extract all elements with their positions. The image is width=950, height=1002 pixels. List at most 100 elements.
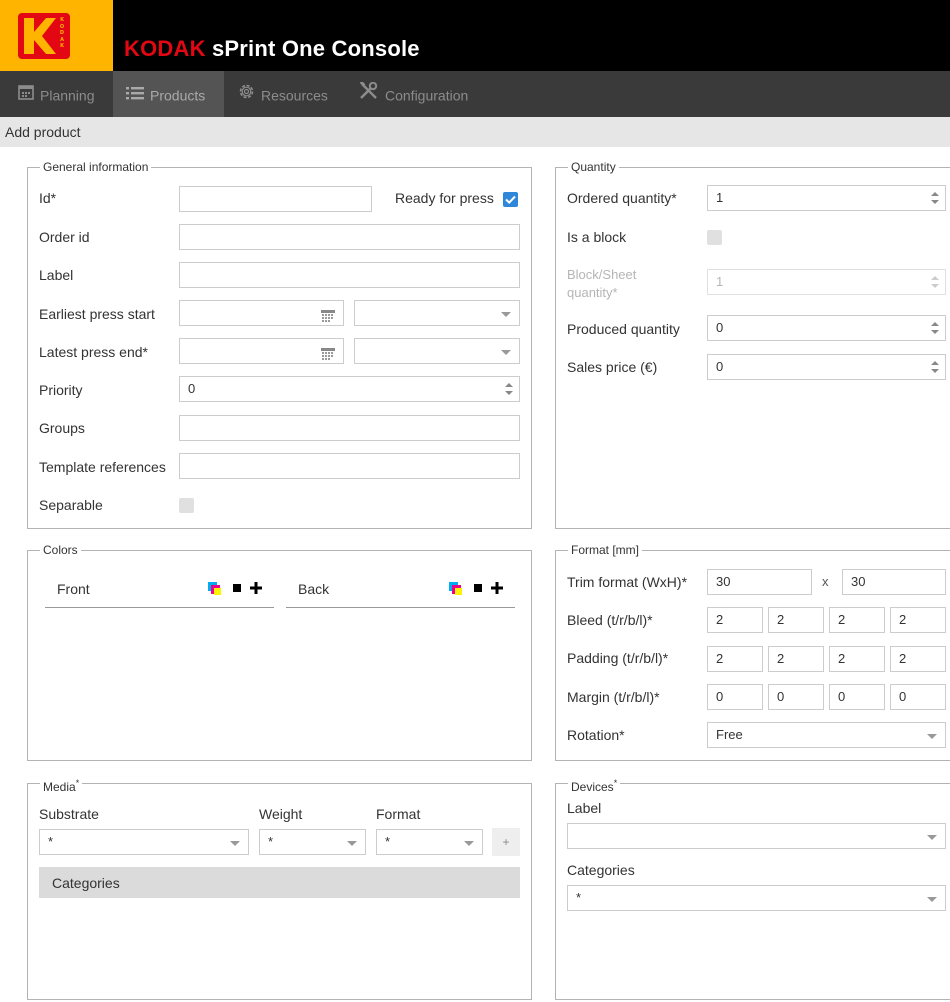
is-a-block-label: Is a block	[567, 229, 627, 245]
plus-icon	[250, 582, 262, 594]
main-nav: Planning Products Resources Configuratio…	[0, 71, 950, 117]
produced-quantity-label: Produced quantity	[567, 321, 680, 337]
calendar-icon	[18, 72, 34, 118]
label-input[interactable]	[179, 262, 520, 288]
tab-products[interactable]: Products	[113, 71, 224, 117]
ordered-quantity-value: 1	[716, 190, 724, 205]
earliest-press-start-time[interactable]	[354, 300, 520, 326]
padding-right-input[interactable]: 2	[768, 646, 824, 672]
priority-input[interactable]: 0	[179, 376, 520, 402]
id-input[interactable]	[179, 186, 372, 212]
order-id-input[interactable]	[179, 224, 520, 250]
trim-width-input[interactable]: 30	[707, 569, 812, 595]
weight-select[interactable]: *	[259, 829, 366, 855]
chevron-down-icon	[927, 897, 937, 902]
margin-left-input[interactable]: 0	[890, 684, 946, 710]
format-select[interactable]: *	[376, 829, 483, 855]
substrate-value: *	[48, 834, 54, 849]
bleed-left-input[interactable]: 2	[890, 607, 946, 633]
back-colorset: Back	[286, 568, 515, 608]
add-media-button[interactable]: +	[492, 828, 520, 856]
tab-planning-label: Planning	[40, 87, 95, 104]
device-label-select[interactable]	[567, 823, 946, 849]
rotation-select[interactable]: Free	[707, 722, 946, 748]
tools-icon	[359, 72, 379, 118]
margin-label: Margin (t/r/b/l)*	[567, 689, 660, 705]
devices-legend-text: Devices	[571, 780, 614, 794]
spinner-icon[interactable]	[931, 360, 939, 374]
spinner-icon[interactable]	[931, 321, 939, 335]
separable-checkbox[interactable]	[179, 498, 194, 513]
padding-top-input[interactable]: 2	[707, 646, 763, 672]
app-header: KODAK KODAK sPrint One Console	[0, 0, 950, 71]
produced-quantity-value: 0	[716, 320, 724, 335]
device-categories-value: *	[576, 890, 582, 905]
template-references-input[interactable]	[179, 453, 520, 479]
spinner-icon[interactable]	[505, 382, 513, 396]
separable-label: Separable	[39, 497, 103, 513]
app-title-rest: sPrint One Console	[205, 36, 420, 61]
sales-price-input[interactable]: 0	[707, 354, 946, 380]
substrate-select[interactable]: *	[39, 829, 249, 855]
page-title: Add product	[5, 124, 81, 140]
list-icon	[126, 72, 144, 118]
calendar-icon[interactable]	[321, 345, 335, 363]
bleed-bottom-input[interactable]: 2	[829, 607, 885, 633]
general-information-legend: General information	[40, 159, 152, 175]
produced-quantity-input[interactable]: 0	[707, 315, 946, 341]
back-label: Back	[298, 581, 330, 597]
devices-legend-mark: *	[613, 778, 618, 788]
margin-right-input[interactable]: 0	[768, 684, 824, 710]
rotation-value: Free	[716, 727, 743, 742]
priority-value: 0	[188, 381, 196, 396]
device-categories-label: Categories	[567, 862, 635, 878]
format-label: Format	[376, 806, 421, 822]
weight-value: *	[268, 834, 274, 849]
media-legend: Media*	[40, 775, 83, 795]
plus-icon	[491, 582, 503, 594]
bleed-label: Bleed (t/r/b/l)*	[567, 612, 653, 628]
quantity-panel: Quantity	[555, 159, 950, 529]
block-sheet-quantity-label-1: Block/Sheet	[567, 267, 637, 282]
ready-for-press-checkbox[interactable]	[503, 192, 518, 207]
devices-legend: Devices*	[568, 775, 621, 795]
check-icon	[505, 195, 516, 205]
earliest-press-start-date[interactable]	[179, 300, 344, 326]
tab-configuration[interactable]: Configuration	[359, 71, 468, 117]
latest-press-end-date[interactable]	[179, 338, 344, 364]
tab-planning[interactable]: Planning	[18, 71, 95, 117]
kodak-logo: KODAK	[0, 0, 113, 71]
spinner-icon[interactable]	[931, 191, 939, 205]
trim-format-label: Trim format (WxH)*	[567, 574, 688, 590]
media-categories-bar[interactable]: Categories	[39, 867, 520, 898]
device-categories-select[interactable]: *	[567, 885, 946, 911]
colors-legend: Colors	[40, 542, 81, 558]
tab-resources-label: Resources	[261, 87, 328, 104]
app-title-brand: KODAK	[124, 36, 206, 61]
padding-left-input[interactable]: 2	[890, 646, 946, 672]
chevron-down-icon	[347, 841, 357, 846]
margin-bottom-input[interactable]: 0	[829, 684, 885, 710]
block-sheet-quantity-value: 1	[716, 274, 724, 289]
is-a-block-checkbox[interactable]	[707, 230, 722, 245]
label-label: Label	[39, 267, 74, 283]
block-sheet-quantity-input: 1	[707, 269, 946, 295]
latest-press-end-time[interactable]	[354, 338, 520, 364]
trim-height-input[interactable]: 30	[842, 569, 946, 595]
front-color-controls	[206, 579, 264, 597]
margin-top-input[interactable]: 0	[707, 684, 763, 710]
bleed-top-input[interactable]: 2	[707, 607, 763, 633]
media-categories-label: Categories	[52, 875, 120, 891]
bleed-right-input[interactable]: 2	[768, 607, 824, 633]
tab-configuration-label: Configuration	[385, 87, 469, 104]
tab-resources[interactable]: Resources	[238, 71, 328, 117]
padding-bottom-input[interactable]: 2	[829, 646, 885, 672]
block-sheet-quantity-label-2: quantity*	[567, 285, 618, 300]
chevron-down-icon	[927, 835, 937, 840]
chevron-down-icon	[464, 841, 474, 846]
calendar-icon[interactable]	[321, 307, 335, 325]
black-swatch-icon	[474, 584, 482, 592]
latest-press-end-label: Latest press end*	[39, 344, 148, 360]
groups-input[interactable]	[179, 415, 520, 441]
ordered-quantity-input[interactable]: 1	[707, 185, 946, 211]
